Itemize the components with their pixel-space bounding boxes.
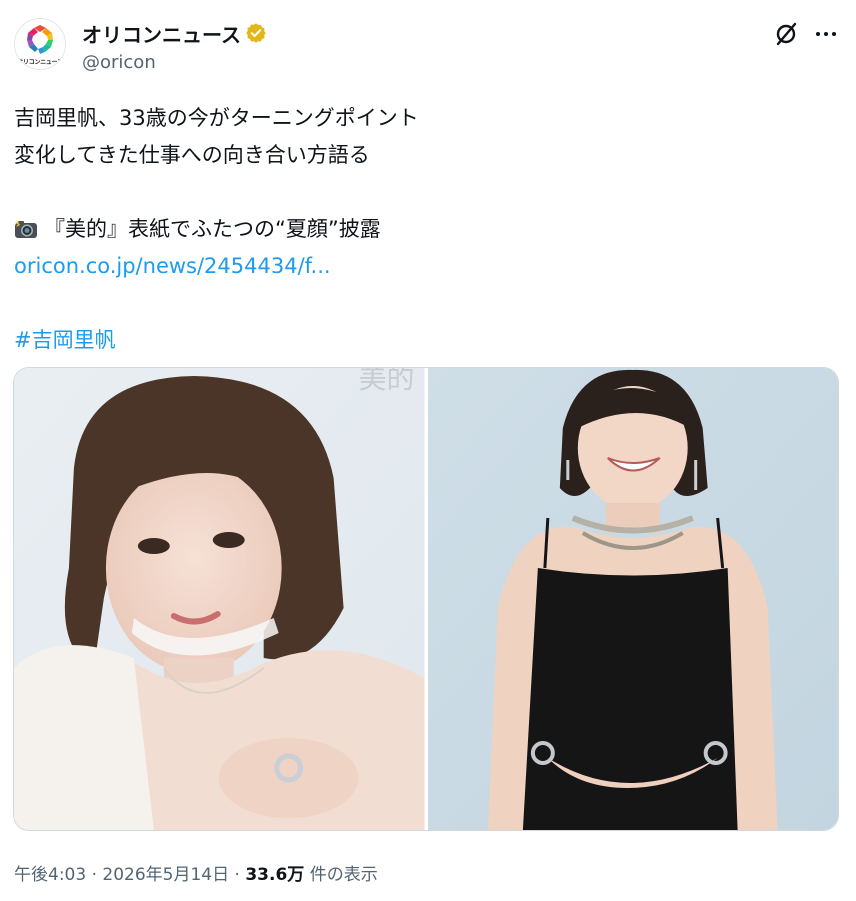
verified-badge-icon[interactable] (245, 22, 267, 44)
article-link[interactable]: oricon.co.jp/news/2454434/f... (14, 254, 331, 278)
tweet-meta: 午後4:03 · 2026年5月14日 · 33.6万 件の表示 (14, 860, 378, 885)
handle[interactable]: @oricon (82, 52, 156, 73)
avatar[interactable]: オリコンニュース (14, 18, 66, 70)
portrait-left-image: 美的 (14, 368, 425, 830)
tweet-line: 吉岡里帆、33歳の今がターニングポイント (14, 106, 419, 130)
hashtag-link[interactable]: #吉岡里帆 (14, 328, 116, 352)
oricon-logo-icon (27, 25, 53, 54)
display-name[interactable]: オリコンニュース (82, 19, 241, 48)
media-grid: 美的 (13, 367, 839, 831)
tweet-text: 吉岡里帆、33歳の今がターニングポイント 変化してきた仕事への向き合い方語る 『… (14, 100, 834, 359)
name-row: オリコンニュース (82, 19, 267, 48)
tweet-header: オリコンニュース オリコンニュース @oricon (0, 0, 856, 96)
meta-separator: · (229, 865, 246, 885)
tweet-line: 『美的』表紙でふたつの“夏顔”披露 (44, 217, 381, 241)
tweet-time[interactable]: 午後4:03 (14, 865, 86, 885)
more-icon[interactable] (812, 20, 840, 48)
portrait-right-image (427, 368, 838, 830)
photo-left[interactable]: 美的 (14, 368, 425, 830)
avatar-label: オリコンニュース (17, 59, 63, 66)
tweet-line-camera: 『美的』表紙でふたつの“夏顔”披露 (14, 211, 834, 248)
view-count: 33.6万 (245, 865, 305, 885)
camera-emoji-icon (15, 219, 37, 238)
tweet-date[interactable]: 2026年5月14日 (102, 865, 229, 885)
grok-icon[interactable] (772, 20, 800, 48)
photo-right[interactable] (427, 368, 838, 830)
tweet-line: 変化してきた仕事への向き合い方語る (14, 143, 370, 167)
view-count-label: 件の表示 (304, 865, 378, 885)
watermark: 美的 (359, 368, 415, 395)
meta-separator: · (86, 865, 103, 885)
